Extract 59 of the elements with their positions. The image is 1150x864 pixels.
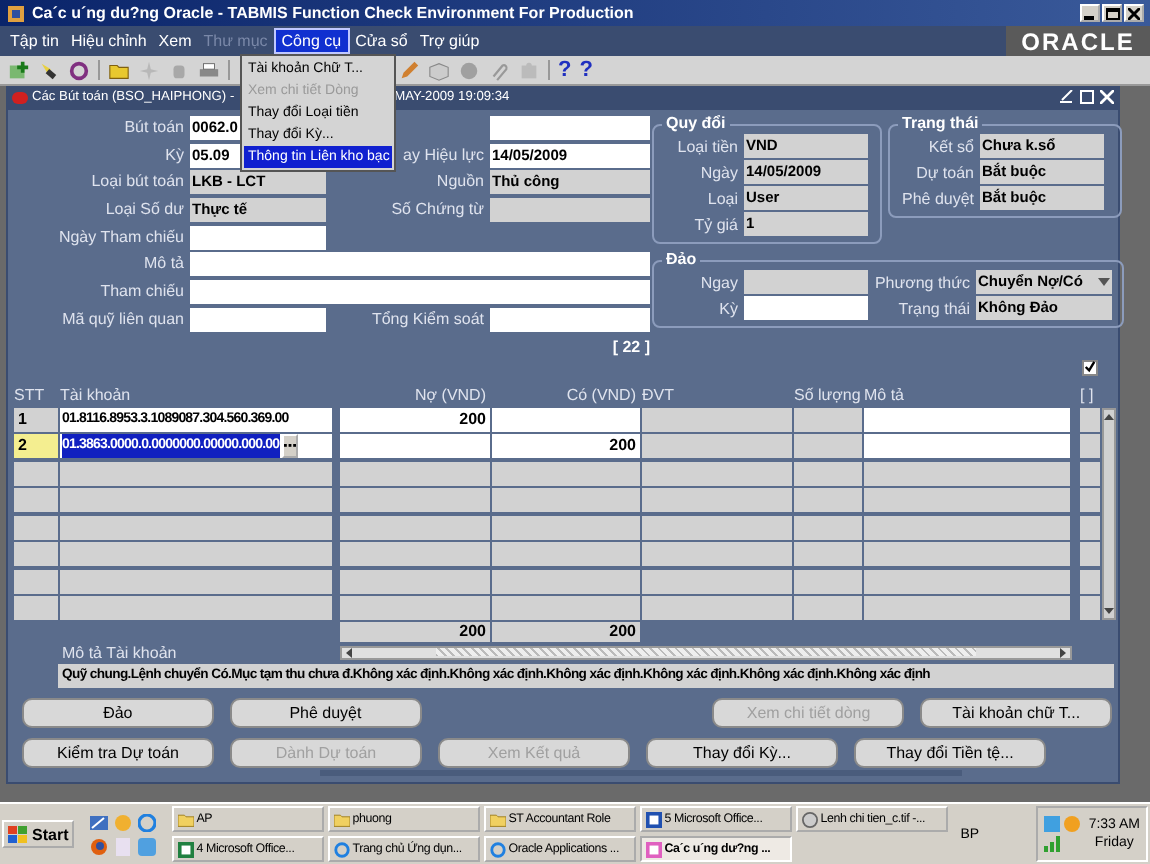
table-cell[interactable]: 200	[340, 407, 490, 431]
form-button[interactable]: Thay đổi Kỳ...	[646, 738, 838, 768]
field-label: Loại tiền	[675, 137, 738, 155]
column-header: Mô tả	[864, 385, 907, 403]
column-header: [ ]	[1080, 385, 1096, 403]
field-label: Kỳ	[165, 143, 184, 168]
menu-item[interactable]: Xem	[152, 30, 198, 52]
table-cell: 1	[14, 407, 58, 431]
form-button[interactable]: Tài khoản chữ T...	[920, 698, 1112, 728]
column-header: ĐVT	[642, 385, 676, 403]
field-label: Mô tả Tài khoản	[60, 643, 179, 661]
column-header: STT	[14, 385, 47, 403]
total-cell: 200	[340, 622, 490, 642]
oracle-logo: ORACLE	[1006, 26, 1150, 56]
field-label: Dự toán	[914, 163, 975, 181]
field-label: Bút toán	[124, 116, 184, 140]
field-label: Mã quỹ liên quan	[62, 307, 184, 332]
help-button[interactable]: ?	[558, 58, 572, 82]
field-label: Ngày	[698, 163, 738, 181]
form-button[interactable]: Phê duyệt	[229, 698, 422, 728]
field-label: Ngày Tham chiếu	[58, 225, 184, 250]
menu-item[interactable]: Tập tin	[4, 30, 65, 52]
field-label: Trạng thái	[896, 299, 970, 317]
table-cell[interactable]: 200	[492, 434, 640, 458]
group-title: Quy đổi	[662, 116, 730, 132]
column-header: Có (VND)	[564, 385, 638, 403]
column-header: Tài khoản	[60, 385, 133, 403]
menu-item[interactable]: Hiệu chỉnh	[64, 30, 153, 52]
field-label: Kết sổ	[926, 137, 975, 155]
menu-item[interactable]: Công cụ	[273, 28, 350, 54]
field-label: Tham chiếu	[100, 280, 184, 305]
field-label: Mô tả	[143, 252, 184, 277]
field-label: ay Hiệu lực	[403, 143, 484, 168]
field-label: Loại	[705, 189, 738, 207]
help-button[interactable]: ?	[579, 58, 593, 82]
table-cell: 2	[14, 434, 58, 458]
window-title: Ca´c u´ng du?ng Oracle - TABMIS Function Check Environment For Production	[32, 4, 634, 22]
field-label: Nguồn	[436, 170, 484, 195]
field-label: Tỷ giá	[692, 215, 738, 233]
field-label: Phương thức	[874, 273, 970, 291]
start-button[interactable]: Start	[2, 820, 75, 848]
form-button[interactable]: Đảo	[22, 698, 214, 728]
field-label: Ngay	[698, 273, 738, 291]
menu-item[interactable]: Trợ giúp	[413, 30, 486, 52]
field-label: Phê duyệt	[899, 189, 975, 207]
field-label: Tổng Kiểm soát	[371, 307, 484, 332]
line-count: [ 22 ]	[610, 335, 650, 359]
column-header: Số lượng	[794, 385, 862, 403]
field-label: Số Chứng từ	[391, 198, 484, 223]
form-button[interactable]: Thay đổi Tiền tệ...	[854, 738, 1046, 768]
menu-item[interactable]: Cửa sổ	[349, 30, 414, 52]
form-button[interactable]: Kiểm tra Dự toán	[22, 738, 214, 768]
total-cell: 200	[492, 622, 640, 642]
group-title: Trạng thái	[898, 116, 983, 132]
field-label: Kỳ	[717, 299, 738, 317]
group-title: Đảo	[662, 252, 701, 268]
field-label: Loại Số dư	[105, 198, 184, 223]
field-label: Loại bút toán	[91, 170, 184, 195]
column-header: Nợ (VND)	[413, 385, 488, 403]
